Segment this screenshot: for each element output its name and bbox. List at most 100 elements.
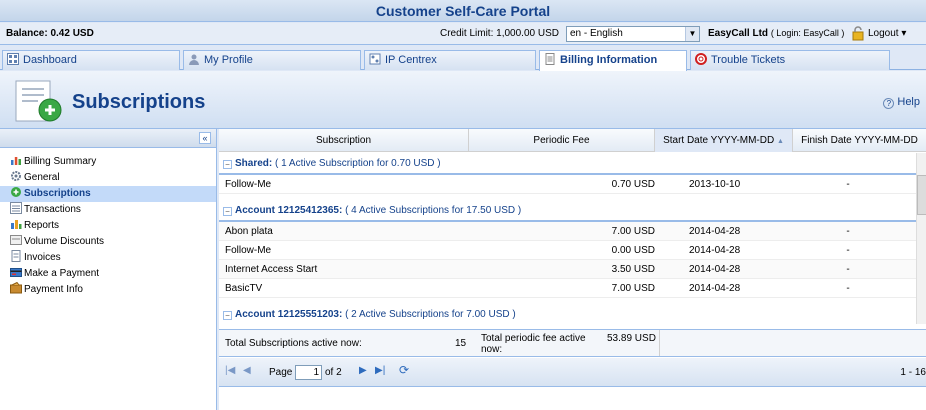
- tab-my-profile-label: My Profile: [204, 54, 253, 66]
- credit-limit-value: 1,000.00 USD: [496, 28, 559, 39]
- sidebar-item-label: Reports: [24, 220, 60, 231]
- table-row[interactable]: BasicTV 7.00 USD 2014-04-28 -: [219, 279, 916, 298]
- help-icon: ?: [883, 98, 895, 109]
- sidebar-item-label: Volume Discounts: [24, 236, 105, 247]
- column-header-finish-date[interactable]: Finish Date YYYY-MM-DD: [793, 129, 926, 152]
- chevron-down-icon[interactable]: ▼: [685, 27, 699, 41]
- subscriptions-grid: Subscription Periodic Fee Start Date YYY…: [219, 129, 926, 410]
- sidebar-collapse-bar: «: [0, 129, 216, 148]
- sidebar-item-general[interactable]: General: [0, 170, 216, 186]
- collapse-group-icon[interactable]: −: [223, 160, 232, 169]
- tab-billing-information[interactable]: Billing Information: [539, 50, 687, 71]
- wallet-icon: [10, 282, 22, 294]
- group-summary: ( 2 Active Subscriptions for 7.00 USD ): [345, 309, 516, 320]
- column-header-start-date[interactable]: Start Date YYYY-MM-DD ▲: [655, 129, 793, 152]
- page-label: Page: [269, 367, 293, 378]
- gear-icon: [11, 171, 21, 181]
- refresh-icon[interactable]: ⟳: [399, 363, 409, 377]
- vertical-scrollbar[interactable]: [916, 153, 926, 324]
- group-header[interactable]: − Shared: ( 1 Active Subscription for 0.7…: [219, 153, 916, 175]
- table-row[interactable]: Follow-Me 0.00 USD 2014-04-28 -: [219, 241, 916, 260]
- sidebar-item-volume-discounts[interactable]: Volume Discounts: [0, 234, 216, 250]
- cell-fee: 0.00 USD: [611, 245, 655, 256]
- column-header-periodic-fee[interactable]: Periodic Fee: [469, 129, 655, 152]
- sidebar: « Billing Summary General Subscriptions …: [0, 129, 217, 410]
- help-label: Help: [897, 96, 920, 108]
- sidebar-item-make-a-payment[interactable]: Make a Payment: [0, 266, 216, 282]
- tab-dashboard[interactable]: Dashboard: [2, 50, 180, 70]
- page-input[interactable]: 1: [295, 365, 322, 380]
- sort-asc-icon: ▲: [777, 138, 784, 145]
- help-button[interactable]: ? Help: [883, 96, 920, 109]
- footer-divider: [659, 330, 660, 356]
- group-summary: ( 4 Active Subscriptions for 17.50 USD ): [345, 205, 522, 216]
- credit-limit-label: Credit Limit:: [440, 28, 494, 39]
- page-of-label: of 2: [325, 367, 342, 378]
- tab-ip-centrex[interactable]: IP Centrex: [364, 50, 536, 70]
- cell-start: 2014-04-28: [689, 283, 741, 294]
- invoice-icon: [11, 250, 21, 262]
- tab-my-profile[interactable]: My Profile: [183, 50, 361, 70]
- reports-icon: [11, 220, 22, 229]
- group-name: Shared:: [235, 158, 273, 169]
- sidebar-item-label: Billing Summary: [24, 156, 97, 167]
- tab-trouble-tickets[interactable]: Trouble Tickets: [690, 50, 890, 70]
- page-header: Subscriptions ? Help: [0, 71, 926, 129]
- first-page-icon[interactable]: |◀: [225, 365, 235, 376]
- sidebar-menu: Billing Summary General Subscriptions Tr…: [0, 154, 216, 298]
- cell-finish: -: [846, 245, 850, 256]
- collapse-group-icon[interactable]: −: [223, 311, 232, 320]
- cell-subscription: Follow-Me: [225, 245, 272, 256]
- sidebar-item-label: General: [24, 172, 60, 183]
- sidebar-item-label: Make a Payment: [24, 268, 100, 279]
- network-icon: [369, 53, 381, 65]
- page-title: Subscriptions: [72, 91, 206, 113]
- tab-dashboard-label: Dashboard: [23, 54, 77, 66]
- lock-icon[interactable]: [851, 26, 865, 41]
- sidebar-item-subscriptions[interactable]: Subscriptions: [0, 186, 216, 202]
- sidebar-item-transactions[interactable]: Transactions: [0, 202, 216, 218]
- group-summary: ( 1 Active Subscription for 0.70 USD ): [275, 158, 441, 169]
- dashboard-icon: [7, 53, 19, 65]
- discount-icon: [10, 235, 22, 245]
- cell-subscription: BasicTV: [225, 283, 263, 294]
- balance: Balance: 0.42 USD: [6, 28, 94, 39]
- column-header-subscription[interactable]: Subscription: [219, 129, 469, 152]
- cell-start: 2014-04-28: [689, 245, 741, 256]
- logout-button[interactable]: Logout ▾: [868, 28, 906, 39]
- cell-fee: 7.00 USD: [611, 226, 655, 237]
- total-fee-value: 53.89 USD: [607, 333, 656, 344]
- language-value: en - English: [570, 28, 623, 39]
- total-subs-value: 15: [455, 338, 467, 349]
- next-page-icon[interactable]: ▶: [359, 365, 367, 376]
- group-name: Account 12125551203:: [235, 309, 343, 320]
- collapse-group-icon[interactable]: −: [223, 207, 232, 216]
- collapse-button[interactable]: «: [199, 132, 211, 144]
- group-header[interactable]: − Account 12125412365: ( 4 Active Subscri…: [219, 200, 916, 222]
- language-select[interactable]: en - English ▼: [566, 26, 700, 42]
- scrollbar-thumb[interactable]: [917, 175, 926, 215]
- grid-summary-footer: Total Subscriptions active now: 15 Total…: [219, 329, 926, 357]
- cell-start: 2014-04-28: [689, 264, 741, 275]
- table-row[interactable]: Follow-Me 0.70 USD 2013-10-10 -: [219, 175, 916, 194]
- sidebar-item-label: Subscriptions: [24, 188, 91, 199]
- start-date-label: Start Date YYYY-MM-DD: [663, 135, 775, 146]
- sidebar-item-reports[interactable]: Reports: [0, 218, 216, 234]
- last-page-icon[interactable]: ▶|: [375, 365, 385, 376]
- app-title: Customer Self-Care Portal: [0, 0, 926, 22]
- prev-page-icon[interactable]: ◀: [243, 365, 251, 376]
- tab-ip-centrex-label: IP Centrex: [385, 54, 437, 66]
- document-icon: [545, 53, 555, 65]
- sidebar-item-payment-info[interactable]: Payment Info: [0, 282, 216, 298]
- lifebuoy-icon: [695, 53, 707, 65]
- cell-fee: 3.50 USD: [611, 264, 655, 275]
- sidebar-item-billing-summary[interactable]: Billing Summary: [0, 154, 216, 170]
- group-header[interactable]: − Account 12125551203: ( 2 Active Subscri…: [219, 304, 916, 324]
- info-bar: Balance: 0.42 USD Credit Limit: 1,000.00…: [0, 23, 926, 45]
- pagination-toolbar: |◀ ◀ Page 1 of 2 ▶ ▶| ⟳ 1 - 16: [219, 358, 926, 387]
- total-fee-label: Total periodic fee active now:: [481, 333, 586, 355]
- table-row[interactable]: Abon plata 7.00 USD 2014-04-28 -: [219, 222, 916, 241]
- table-row[interactable]: Internet Access Start 3.50 USD 2014-04-2…: [219, 260, 916, 279]
- cell-subscription: Follow-Me: [225, 179, 272, 190]
- sidebar-item-invoices[interactable]: Invoices: [0, 250, 216, 266]
